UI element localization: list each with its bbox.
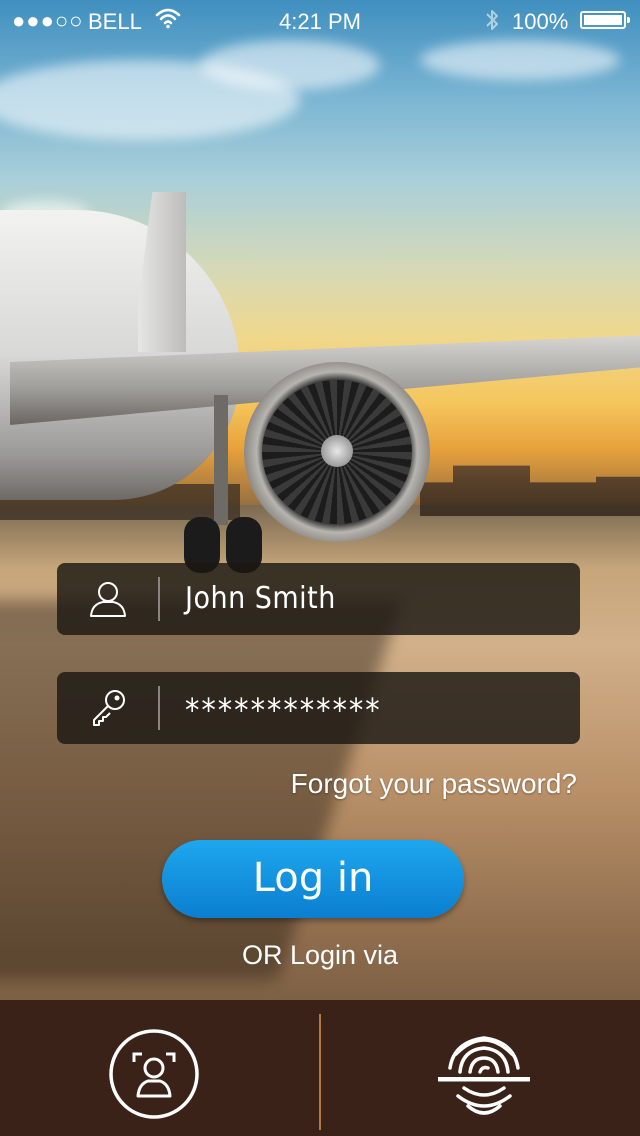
alternative-login-label: OR Login via bbox=[241, 940, 399, 970]
field-divider bbox=[158, 577, 160, 621]
fingerprint-icon bbox=[438, 1036, 530, 1115]
username-field[interactable]: John Smith bbox=[57, 563, 580, 635]
status-bar: ●●●○○ BELL 4:21 PM 100% bbox=[0, 0, 640, 40]
key-icon bbox=[57, 672, 159, 744]
face-recognition-button[interactable] bbox=[108, 1028, 200, 1120]
username-input[interactable]: John Smith bbox=[185, 563, 336, 635]
fingerprint-button[interactable] bbox=[434, 1024, 534, 1124]
forgot-password-link[interactable]: Forgot your password? bbox=[291, 768, 577, 800]
battery-percentage: 100% bbox=[512, 9, 569, 34]
bar-separator bbox=[319, 1014, 321, 1130]
password-field[interactable]: ************ bbox=[57, 672, 580, 744]
password-input[interactable]: ************ bbox=[185, 674, 382, 746]
alternative-login-bar bbox=[0, 1000, 640, 1136]
field-divider bbox=[158, 686, 160, 730]
user-icon bbox=[57, 563, 159, 635]
bluetooth-icon bbox=[484, 7, 500, 39]
login-button[interactable]: Log in bbox=[162, 840, 464, 918]
battery-icon bbox=[580, 11, 630, 29]
face-recognition-icon bbox=[109, 1029, 199, 1119]
